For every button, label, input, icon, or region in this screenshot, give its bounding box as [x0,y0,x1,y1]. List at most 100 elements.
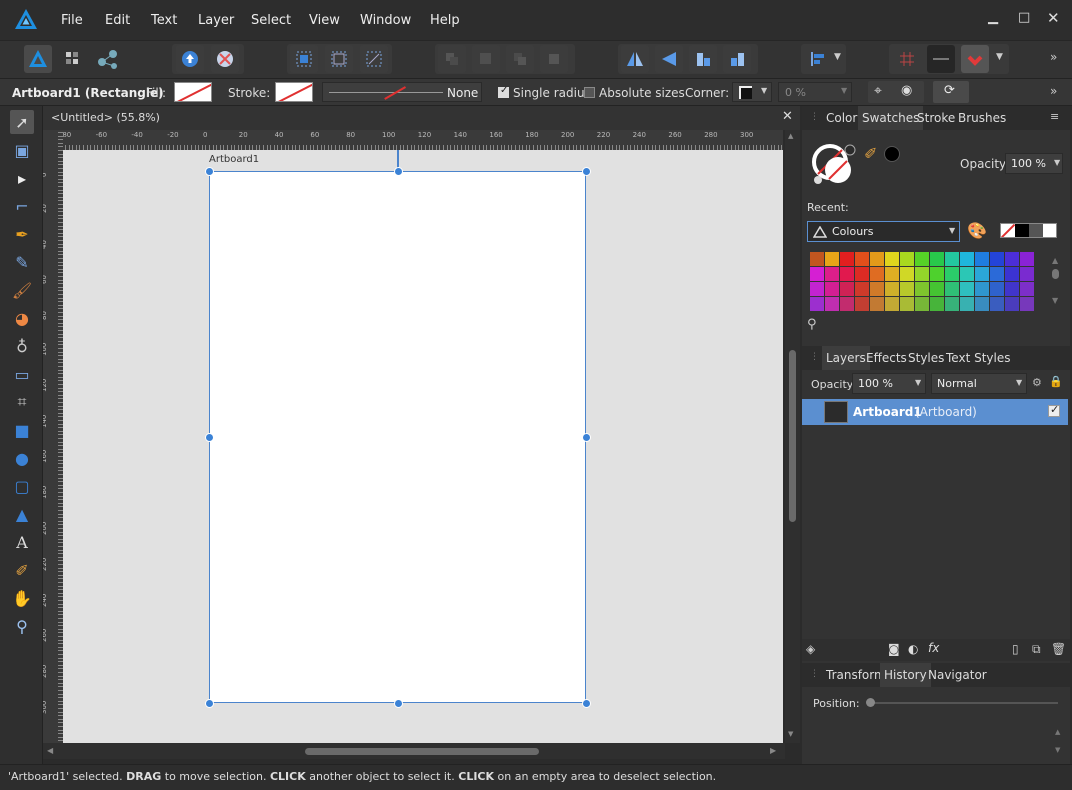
swatch[interactable] [960,252,974,266]
swatch[interactable] [840,267,854,281]
swatch[interactable] [1020,282,1034,296]
swatch[interactable] [855,297,869,311]
move-front-button[interactable] [540,45,568,73]
app-logo-icon[interactable] [14,8,38,30]
snapping-dropdown-icon[interactable]: ▼ [996,52,1003,62]
zoom-tool-icon[interactable]: ⚲ [10,614,34,638]
rotate-left-button[interactable] [689,45,717,73]
selection-handle[interactable] [205,699,214,708]
align-dropdown-icon[interactable]: ▼ [834,52,841,62]
swatch-scroll-thumb[interactable] [1052,269,1059,279]
mask-icon[interactable]: ◙ [888,642,900,656]
selection-handle[interactable] [205,167,214,176]
menu-help[interactable]: Help [430,13,460,28]
document-tab-title[interactable]: <Untitled> (55.8%) [51,111,160,124]
swatch[interactable] [900,282,914,296]
artboard[interactable] [209,171,586,703]
swatch[interactable] [885,282,899,296]
swatch[interactable] [900,252,914,266]
selection-handle[interactable] [394,167,403,176]
fill-swatch[interactable] [174,82,212,102]
vertical-scroll-thumb[interactable] [789,350,796,522]
swatch[interactable] [1020,297,1034,311]
swatch[interactable] [990,297,1004,311]
swatch[interactable] [810,297,824,311]
swatch[interactable] [930,282,944,296]
brush-tool-icon[interactable]: 🖌 [10,278,34,302]
snapping-grid-button[interactable] [893,45,921,73]
horizontal-scrollbar[interactable]: ◀ ▶ [43,743,785,759]
swatch[interactable] [915,267,929,281]
view-icon[interactable]: ◉ [901,83,912,98]
picked-color-swatch[interactable] [884,146,900,162]
assistant-button[interactable] [211,45,239,73]
swatch[interactable] [870,297,884,311]
swatch[interactable] [825,297,839,311]
selection-handle[interactable] [394,699,403,708]
fill-stroke-selector-icon[interactable] [810,142,858,188]
swatch[interactable] [870,252,884,266]
tab-transform[interactable]: Transform [826,668,886,682]
swatch[interactable] [885,297,899,311]
node-tool-icon[interactable]: ▸ [10,166,34,190]
adjustment-icon[interactable]: ◐ [908,642,918,656]
toolbar-overflow-icon[interactable]: » [1050,50,1057,64]
panel-menu-icon[interactable]: ≡ [1050,110,1059,123]
swatch[interactable] [945,282,959,296]
recent-black-swatch[interactable] [1015,224,1029,237]
rotate-right-button[interactable] [723,45,751,73]
layer-row[interactable]: Artboard1 (Artboard) ✓ [802,399,1068,425]
swatch[interactable] [810,252,824,266]
text-tool-icon[interactable]: A [10,530,34,554]
menu-file[interactable]: File [61,13,83,28]
triangle-tool-icon[interactable]: ▲ [10,502,34,526]
horizontal-scroll-thumb[interactable] [305,748,539,755]
corner-value-field[interactable]: 0 % ▼ [778,82,852,102]
swatch[interactable] [825,282,839,296]
rectangle-tool-icon[interactable]: ■ [10,418,34,442]
swatch[interactable] [1020,267,1034,281]
swatch[interactable] [930,267,944,281]
blend-mode-dropdown[interactable]: Normal ▼ [931,373,1027,394]
history-slider-track[interactable] [868,702,1058,704]
swatch[interactable] [810,282,824,296]
crosshair-icon[interactable]: ⌖ [874,83,882,99]
tab-effects[interactable]: Effects [866,351,907,365]
scroll-down-icon[interactable]: ▼ [788,730,793,738]
close-window-icon[interactable]: ✕ [1047,9,1060,27]
tab-text-styles[interactable]: Text Styles [946,351,1010,365]
tab-color[interactable]: Color [826,111,857,125]
bounding-snap-button[interactable] [325,45,353,73]
flip-horizontal-button[interactable] [621,45,649,73]
menu-view[interactable]: View [309,13,340,28]
swatch-search-icon[interactable]: ⚲ [807,317,817,332]
swatch[interactable] [840,252,854,266]
swatch[interactable] [990,252,1004,266]
palette-options-icon[interactable]: 🎨 [967,221,987,240]
artboard-tool-icon[interactable]: ▣ [10,138,34,162]
swatch[interactable] [855,267,869,281]
swatch[interactable] [930,297,944,311]
move-backward-button[interactable] [472,45,500,73]
swatch[interactable] [885,267,899,281]
swatch[interactable] [945,252,959,266]
rounded-rectangle-tool-icon[interactable]: ▢ [10,474,34,498]
swatch[interactable] [930,252,944,266]
swatch[interactable] [870,282,884,296]
export-persona-button[interactable] [94,45,122,73]
fx-icon[interactable]: fx [928,641,939,655]
swatch[interactable] [810,267,824,281]
tab-swatches[interactable]: Swatches [858,106,924,130]
swatch[interactable] [825,267,839,281]
menu-edit[interactable]: Edit [105,13,130,28]
place-image-tool-icon[interactable]: ▭ [10,362,34,386]
vertical-ruler[interactable]: 0 20 40 60 80 100 120 140 160 180 200 220 240 260 280 3… [43,130,63,744]
tab-stroke[interactable]: Stroke [917,111,955,125]
swatch[interactable] [855,252,869,266]
align-button[interactable] [804,45,832,73]
swatch-scroll-up-icon[interactable]: ▲ [1052,256,1058,265]
tab-navigator[interactable]: Navigator [928,668,987,682]
vertical-scrollbar[interactable]: ▲ ▼ [785,130,800,743]
snapping-magnet-button[interactable] [961,45,989,73]
tab-layers[interactable]: Layers [822,346,870,370]
